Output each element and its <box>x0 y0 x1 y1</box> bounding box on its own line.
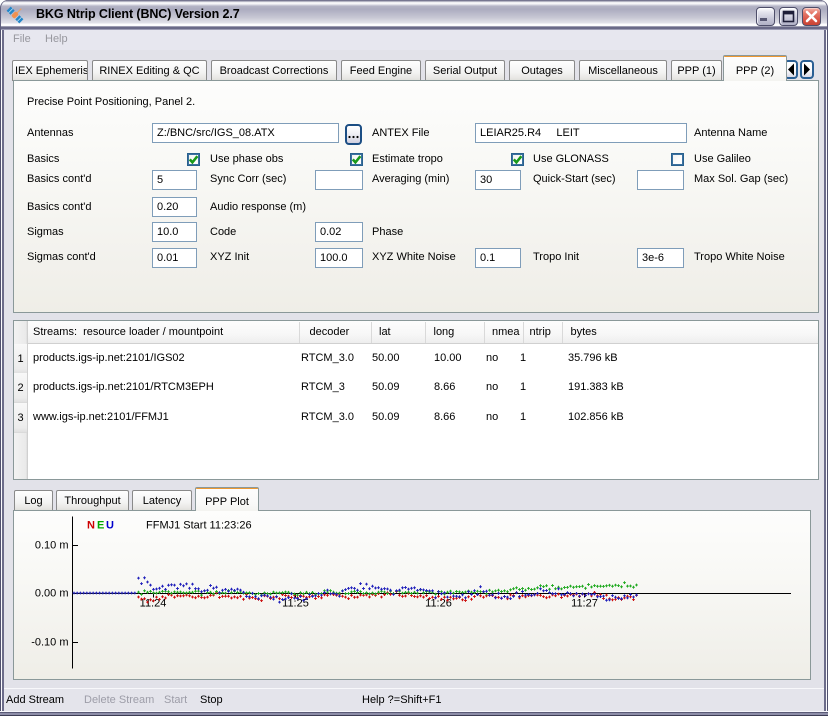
svg-text:0.00 m: 0.00 m <box>35 588 69 600</box>
svg-text:FFMJ1 Start 11:23:26: FFMJ1 Start 11:23:26 <box>146 520 252 532</box>
svg-text:E: E <box>97 520 104 532</box>
svg-text:N: N <box>87 520 95 532</box>
svg-text:11:24: 11:24 <box>140 598 167 610</box>
svg-text:-0.10 m: -0.10 m <box>31 637 68 649</box>
svg-text:11:27: 11:27 <box>571 598 598 610</box>
svg-text:U: U <box>106 520 114 532</box>
svg-text:0.10 m: 0.10 m <box>35 540 69 552</box>
